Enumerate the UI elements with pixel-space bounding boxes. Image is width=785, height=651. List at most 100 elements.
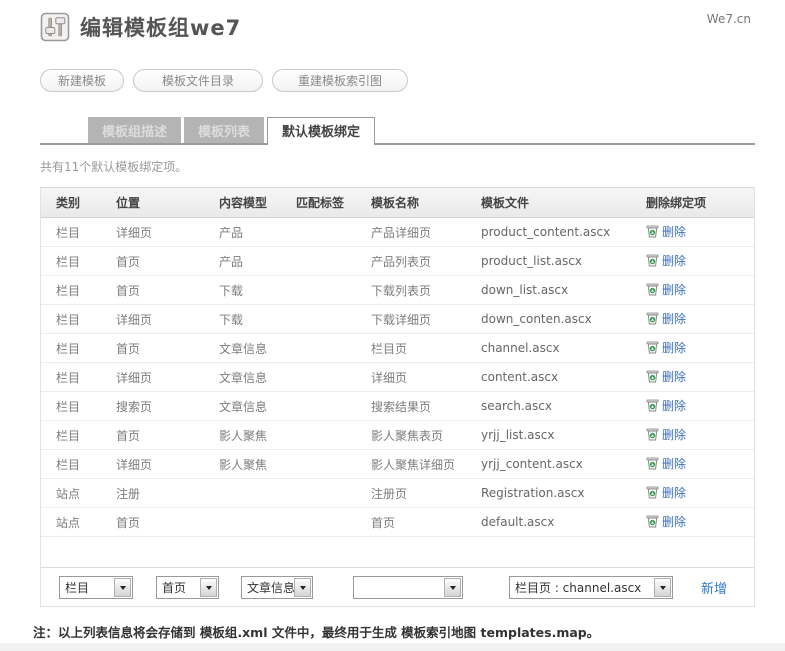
cell-position: 首页 xyxy=(116,428,141,443)
cell-category: 栏目 xyxy=(56,283,81,298)
add-binding-form: 栏目 首页 文章信息 栏目页 : channel.ascx 新增 xyxy=(41,567,754,606)
delete-link-label: 删除 xyxy=(662,369,687,384)
delete-link[interactable]: 删除 xyxy=(646,310,686,327)
cell-content-model: 产品 xyxy=(219,225,244,240)
page-header: 编辑模板组we7 xyxy=(40,8,755,42)
edit-template-group-page: 编辑模板组we7 We7.cn 新建模板 模板文件目录 重建模板索引图 模板组描… xyxy=(0,0,785,641)
table-row: 栏目 搜索页 文章信息 搜索结果页 search.ascx 删除 xyxy=(41,392,754,421)
sliders-icon xyxy=(40,12,70,42)
cell-content-model: 文章信息 xyxy=(219,370,268,385)
cell-category: 站点 xyxy=(56,486,81,501)
cell-delete: 删除 xyxy=(631,339,754,358)
delete-link[interactable]: 删除 xyxy=(646,484,686,501)
empty-row xyxy=(41,537,754,567)
category-select[interactable]: 栏目 xyxy=(59,575,133,599)
trash-icon xyxy=(646,225,659,238)
trash-icon xyxy=(646,515,659,528)
cell-category: 站点 xyxy=(56,515,81,530)
cell-position: 首页 xyxy=(116,515,141,530)
delete-link[interactable]: 删除 xyxy=(646,339,686,356)
cell-category: 栏目 xyxy=(56,428,81,443)
cell-template-file: yrjj_list.ascx xyxy=(481,428,555,442)
cell-template-name: 搜索结果页 xyxy=(371,399,432,414)
add-binding-link[interactable]: 新增 xyxy=(701,578,727,597)
delete-link-label: 删除 xyxy=(662,456,687,471)
delete-link[interactable]: 删除 xyxy=(646,455,686,472)
template-select[interactable]: 栏目页 : channel.ascx xyxy=(509,575,673,599)
cell-position: 首页 xyxy=(116,341,141,356)
cell-category: 栏目 xyxy=(56,399,81,414)
trash-icon xyxy=(646,399,659,412)
position-select[interactable]: 首页 xyxy=(156,575,219,599)
cell-content-model: 下载 xyxy=(219,312,244,327)
col-header-template-file: 模板文件 xyxy=(481,196,530,210)
cell-delete: 删除 xyxy=(631,397,754,416)
binding-count-summary: 共有11个默认模板绑定项。 xyxy=(40,160,188,174)
tab-default-template-binding[interactable]: 默认模板绑定 xyxy=(267,117,376,145)
tab-template-list[interactable]: 模板列表 xyxy=(184,117,265,143)
cell-position: 详细页 xyxy=(116,457,153,472)
table-row: 栏目 首页 下载 下载列表页 down_list.ascx 删除 xyxy=(41,276,754,305)
delete-link[interactable]: 删除 xyxy=(646,368,686,385)
cell-template-file: yrjj_content.ascx xyxy=(481,457,583,471)
table-row: 栏目 首页 文章信息 栏目页 channel.ascx 删除 xyxy=(41,334,754,363)
delete-link-label: 删除 xyxy=(662,514,687,529)
delete-link[interactable]: 删除 xyxy=(646,223,686,240)
cell-template-name: 下载详细页 xyxy=(371,312,432,327)
delete-link-label: 删除 xyxy=(662,485,687,500)
cell-template-file: default.ascx xyxy=(481,515,555,529)
cell-category: 栏目 xyxy=(56,370,81,385)
delete-link-label: 删除 xyxy=(662,340,687,355)
cell-template-name: 影人聚焦表页 xyxy=(371,428,444,443)
bottom-strip xyxy=(0,643,785,651)
cell-delete: 删除 xyxy=(631,484,754,503)
cell-delete: 删除 xyxy=(631,426,754,445)
cell-category: 栏目 xyxy=(56,225,81,240)
tab-template-group-description[interactable]: 模板组描述 xyxy=(88,117,182,143)
chevron-down-icon xyxy=(654,577,671,597)
template-file-directory-button[interactable]: 模板文件目录 xyxy=(133,69,264,92)
table-row: 栏目 详细页 产品 产品详细页 product_content.ascx 删除 xyxy=(41,218,754,247)
chevron-down-icon xyxy=(444,577,461,597)
delete-link[interactable]: 删除 xyxy=(646,426,686,443)
rebuild-template-index-button[interactable]: 重建模板索引图 xyxy=(272,69,409,92)
new-template-button[interactable]: 新建模板 xyxy=(40,69,125,92)
table-row: 站点 注册 注册页 Registration.ascx 删除 xyxy=(41,479,754,508)
content-model-select-value: 文章信息 xyxy=(247,580,294,595)
cell-delete: 删除 xyxy=(631,281,754,300)
cell-content-model: 文章信息 xyxy=(219,399,268,414)
cell-template-name: 首页 xyxy=(371,515,396,530)
trash-icon xyxy=(646,428,659,441)
tab-bar: 模板组描述 模板列表 默认模板绑定 xyxy=(40,117,755,145)
trash-icon xyxy=(646,283,659,296)
match-tag-select[interactable] xyxy=(353,575,463,599)
col-header-match-tag: 匹配标签 xyxy=(296,196,345,210)
trash-icon xyxy=(646,486,659,499)
cell-position: 搜索页 xyxy=(116,399,153,414)
delete-link-label: 删除 xyxy=(662,253,687,268)
delete-link[interactable]: 删除 xyxy=(646,281,686,298)
trash-icon xyxy=(646,370,659,383)
cell-template-file: content.ascx xyxy=(481,370,559,384)
delete-link[interactable]: 删除 xyxy=(646,513,686,530)
delete-link[interactable]: 删除 xyxy=(646,397,686,414)
toolbar: 新建模板 模板文件目录 重建模板索引图 xyxy=(40,69,755,92)
table-row: 栏目 详细页 文章信息 详细页 content.ascx 删除 xyxy=(41,363,754,392)
cell-position: 详细页 xyxy=(116,225,153,240)
cell-template-file: search.ascx xyxy=(481,399,552,413)
page-title: 编辑模板组we7 xyxy=(80,16,242,40)
cell-template-name: 下载列表页 xyxy=(371,283,432,298)
cell-delete: 删除 xyxy=(631,223,754,242)
cell-content-model: 文章信息 xyxy=(219,341,268,356)
chevron-down-icon xyxy=(294,577,311,597)
cell-template-file: product_list.ascx xyxy=(481,254,582,268)
content-model-select[interactable]: 文章信息 xyxy=(241,575,313,599)
table-row: 栏目 详细页 下载 下载详细页 down_conten.ascx 删除 xyxy=(41,305,754,334)
cell-content-model: 影人聚焦 xyxy=(219,428,268,443)
table-row: 站点 首页 首页 default.ascx 删除 xyxy=(41,508,754,537)
delete-link[interactable]: 删除 xyxy=(646,252,686,269)
delete-link-label: 删除 xyxy=(662,398,687,413)
cell-category: 栏目 xyxy=(56,457,81,472)
chevron-down-icon xyxy=(114,577,131,597)
delete-link-label: 删除 xyxy=(662,311,687,326)
